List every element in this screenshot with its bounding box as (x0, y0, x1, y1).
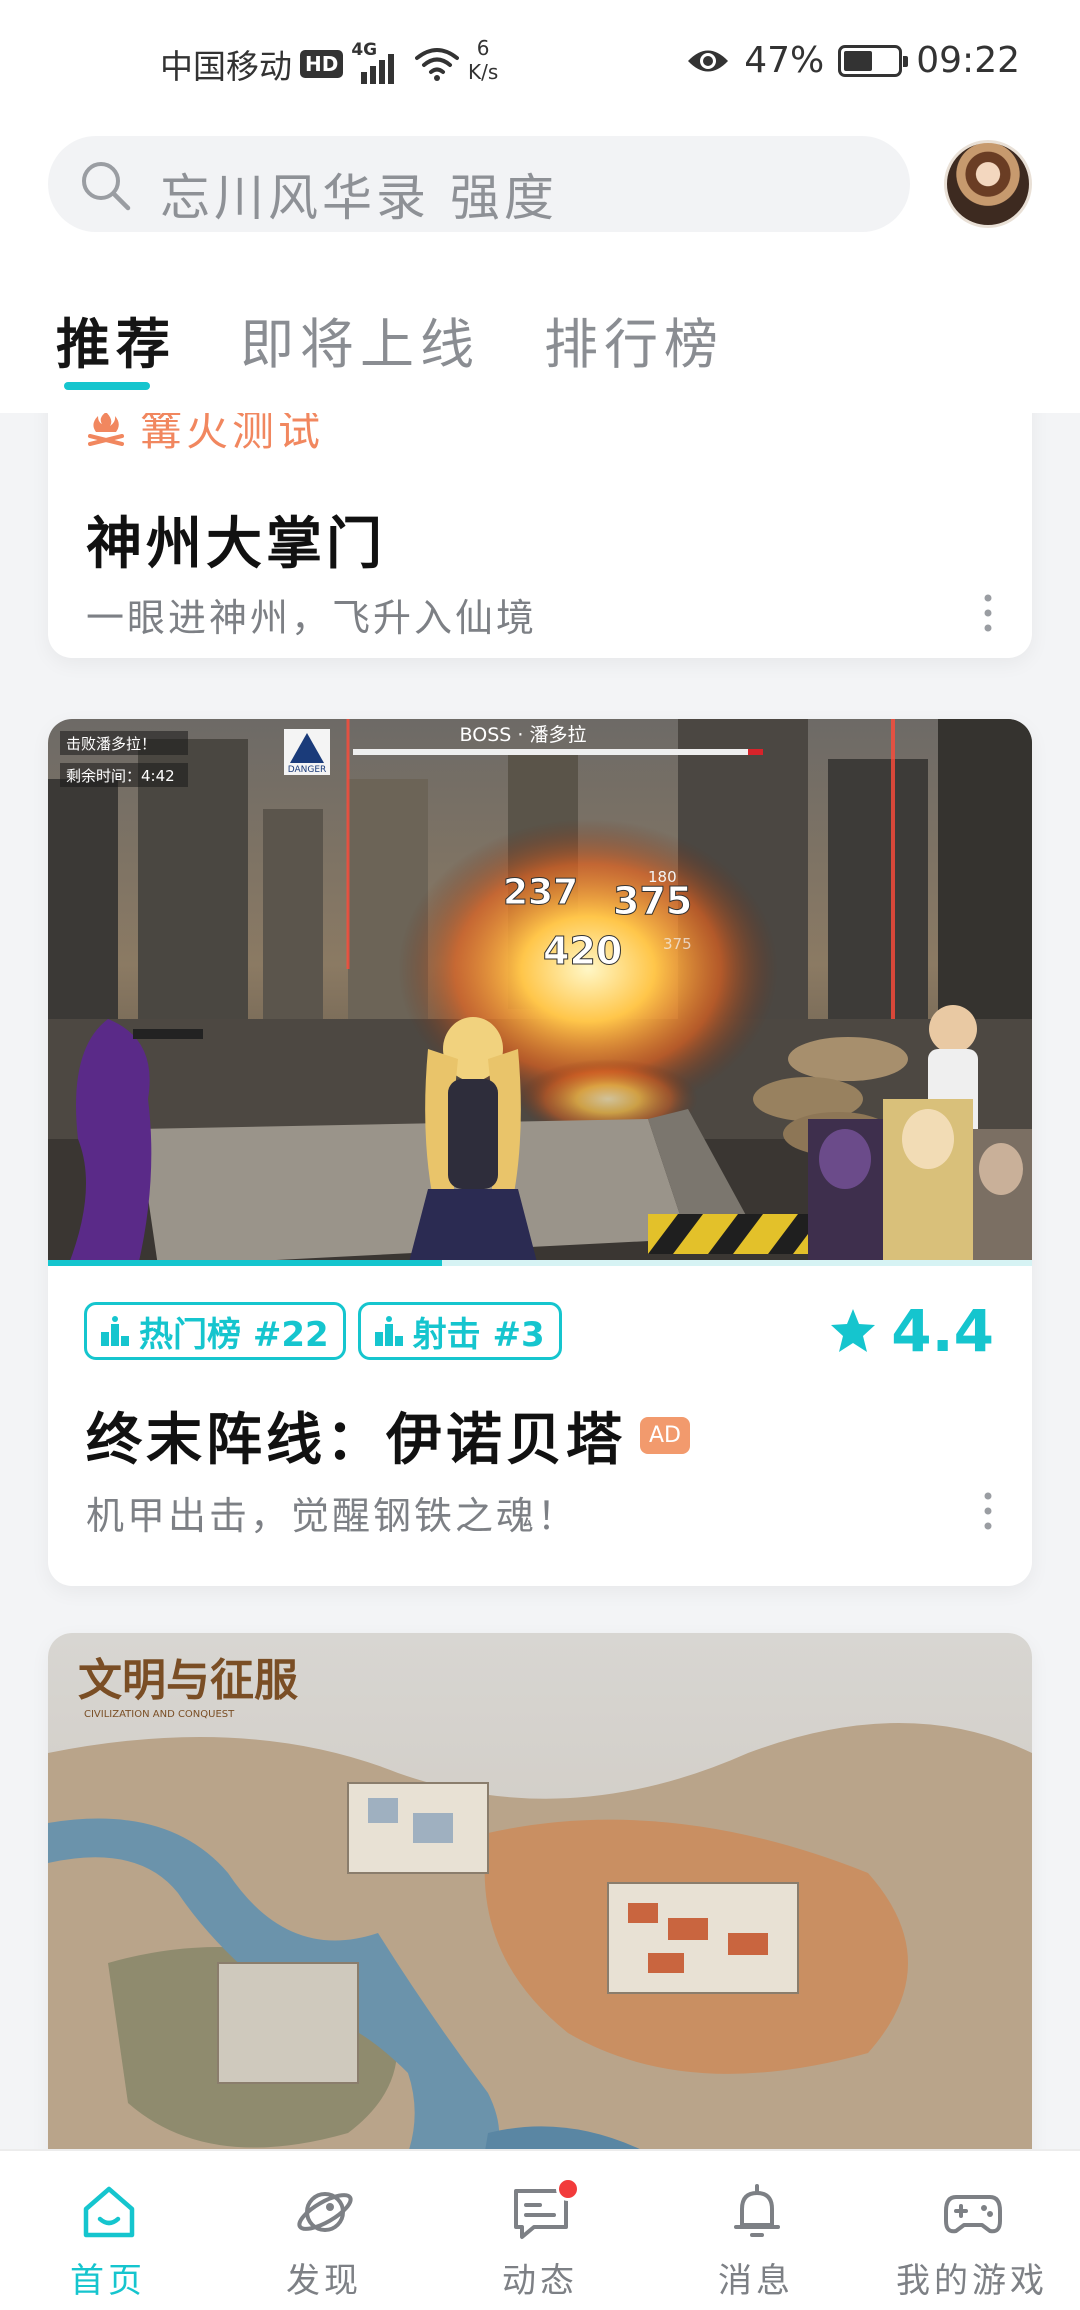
tab-label: 即将上线 (240, 313, 480, 376)
nav-label: 首页 (70, 2261, 146, 2301)
rank-badge-label: 射击 #3 (412, 1314, 545, 1355)
game-video-screenshot[interactable]: 击败潘多拉！ 剩余时间：4:42 DANGER BOSS · 潘多拉 237 3… (48, 719, 1032, 1266)
notification-dot (556, 2177, 580, 2201)
eye-comfort-icon (688, 50, 729, 71)
ad-badge: AD (640, 1417, 690, 1454)
video-progress-fill (48, 1260, 442, 1266)
tab-label: 排行榜 (544, 313, 724, 376)
bottom-nav: 首页 发现 动态 消息 我的游戏 (0, 2149, 1080, 2310)
nav-label: 动态 (502, 2261, 578, 2301)
rank-badge-label: 热门榜 #22 (139, 1314, 329, 1355)
feed-tabs: 推荐 即将上线 排行榜 (56, 300, 724, 390)
status-bar: 中国移动 HD 4G 6 K/s 47% 09:22 (0, 0, 1080, 128)
hud-danger: DANGER (288, 765, 327, 775)
header: 忘川风华录 强度 推荐 即将上线 排行榜 (0, 128, 1080, 413)
home-icon (83, 2186, 135, 2238)
podium-icon (101, 1316, 129, 1346)
tab-coming-soon[interactable]: 即将上线 (240, 300, 480, 390)
rank-badge[interactable]: 热门榜 #22 (84, 1302, 346, 1360)
avatar[interactable] (944, 140, 1032, 228)
nav-my-games[interactable]: 我的游戏 (864, 2151, 1080, 2310)
battery-icon (838, 44, 909, 77)
star-icon (831, 1309, 876, 1352)
test-tag: 篝火测试 (86, 413, 324, 458)
more-options-icon[interactable] (984, 1491, 992, 1531)
damage-number: 180 (648, 868, 677, 886)
more-options-icon[interactable] (984, 593, 992, 633)
net-speed: 6 K/s (468, 36, 498, 84)
game-title-text: 终末阵线：伊诺贝塔 (86, 1408, 626, 1473)
nav-messages[interactable]: 消息 (648, 2151, 864, 2310)
wifi-icon (415, 48, 460, 81)
game-rating: 4.4 (829, 1297, 994, 1365)
test-tag-label: 篝火测试 (140, 413, 325, 455)
game-map-screenshot: 文明与征服 CIVILIZATION AND CONQUEST (48, 1633, 1032, 2149)
podium-icon (374, 1316, 403, 1346)
game-card[interactable]: 文明与征服 CIVILIZATION AND CONQUEST (48, 1633, 1032, 2149)
tab-recommended[interactable]: 推荐 (56, 300, 176, 390)
battery-fill (844, 50, 872, 71)
hud-timer: 剩余时间：4:42 (66, 767, 175, 785)
hud-mission: 击败潘多拉！ (66, 735, 156, 753)
tab-rankings[interactable]: 排行榜 (544, 300, 724, 390)
hd-badge: HD (300, 50, 344, 78)
nav-label: 消息 (718, 2261, 794, 2301)
gameplay-scene: 击败潘多拉！ 剩余时间：4:42 DANGER BOSS · 潘多拉 237 3… (48, 719, 1032, 1266)
tab-active-indicator (64, 382, 150, 390)
campfire-icon (88, 413, 124, 446)
search-placeholder: 忘川风华录 强度 (160, 169, 558, 227)
video-progress-bar[interactable] (48, 1260, 1032, 1266)
carrier-name: 中国移动 (160, 47, 292, 86)
damage-number: 375 (663, 935, 692, 953)
game-logo-text: 文明与征服 (78, 1655, 298, 1706)
status-right: 47% 09:22 (686, 40, 1020, 81)
game-card[interactable]: 篝火测试 神州大掌门 一眼进神州，飞升入仙境 (48, 413, 1032, 658)
planet-icon (297, 2192, 353, 2232)
nav-label: 发现 (286, 2261, 362, 2301)
nav-home[interactable]: 首页 (0, 2151, 216, 2310)
search-bar[interactable]: 忘川风华录 强度 (48, 136, 910, 232)
search-icon (82, 162, 131, 211)
tab-label: 推荐 (56, 313, 176, 376)
game-card[interactable]: 击败潘多拉！ 剩余时间：4:42 DANGER BOSS · 潘多拉 237 3… (48, 719, 1032, 1586)
clock: 09:22 (916, 40, 1020, 81)
feed[interactable]: 篝火测试 神州大掌门 一眼进神州，飞升入仙境 击败潘多拉！ 剩余时间：4:42 … (0, 413, 1080, 2149)
game-title: 终末阵线：伊诺贝塔 AD (86, 1395, 690, 1476)
gamepad-icon (944, 2195, 1002, 2234)
damage-number: 237 (503, 872, 578, 913)
rank-badges: 热门榜 #22 射击 #3 (84, 1302, 562, 1360)
rating-value: 4.4 (891, 1297, 994, 1365)
net-speed-value: 6 (476, 36, 490, 60)
bell-icon (734, 2184, 780, 2237)
game-subtitle: 机甲出击，觉醒钢铁之魂！ (86, 1494, 579, 1538)
net-speed-unit: K/s (468, 60, 499, 84)
nav-discover[interactable]: 发现 (216, 2151, 432, 2310)
cellular-signal-icon: 4G (351, 40, 407, 84)
carrier-group: 中国移动 HD 4G (160, 40, 460, 88)
game-title: 神州大掌门 (86, 512, 386, 577)
damage-number: 420 (543, 929, 622, 973)
hud-boss-name: BOSS · 潘多拉 (460, 724, 587, 746)
rank-badge[interactable]: 射击 #3 (357, 1302, 562, 1360)
nav-label: 我的游戏 (896, 2261, 1048, 2301)
nav-feed[interactable]: 动态 (432, 2151, 648, 2310)
game-subtitle: 一眼进神州，飞升入仙境 (86, 596, 538, 640)
battery-percent: 47% (744, 40, 825, 81)
game-logo-subtext: CIVILIZATION AND CONQUEST (84, 1709, 235, 1720)
